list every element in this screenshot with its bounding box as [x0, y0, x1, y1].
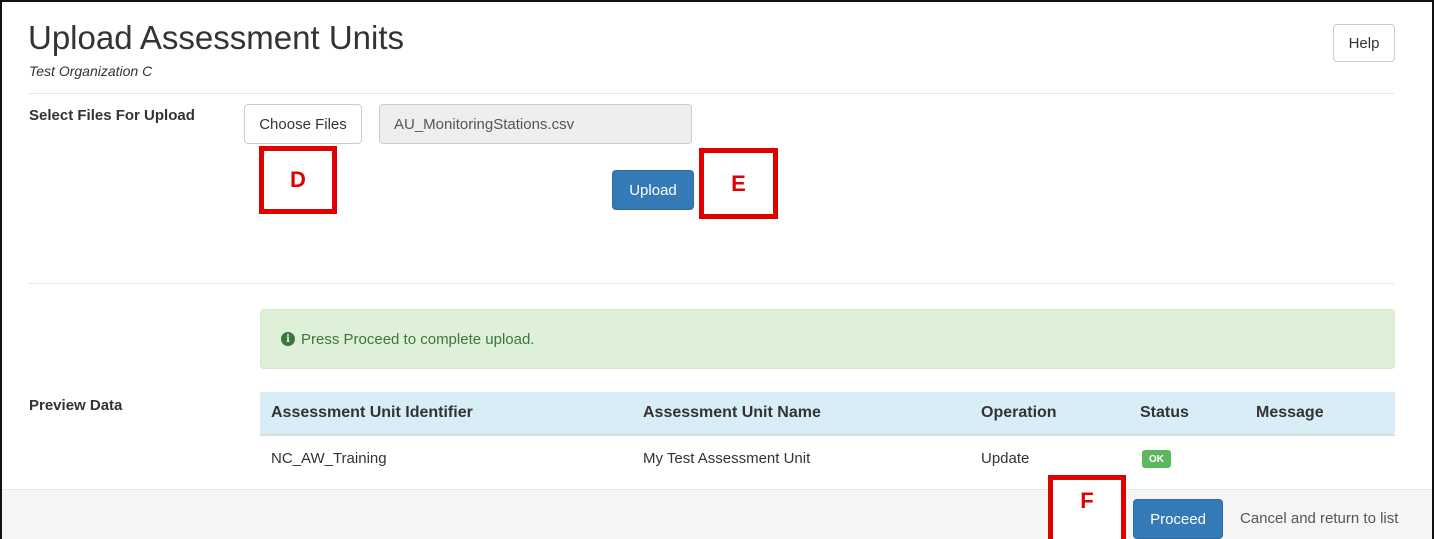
column-header-status: Status: [1140, 404, 1189, 421]
preview-data-label: Preview Data: [29, 397, 123, 414]
column-header-message: Message: [1256, 404, 1324, 421]
cancel-link[interactable]: Cancel and return to list: [1240, 510, 1398, 527]
alert-message: Press Proceed to complete upload.: [301, 330, 535, 348]
cell-operation: Update: [981, 450, 1030, 467]
help-button[interactable]: Help: [1333, 24, 1395, 62]
callout-d: D: [259, 146, 337, 214]
select-files-label: Select Files For Upload: [29, 107, 195, 124]
divider: [28, 283, 1394, 284]
organization-subtitle: Test Organization C: [29, 63, 153, 79]
table-header: Assessment Unit Identifier Assessment Un…: [260, 392, 1395, 436]
status-badge: OK: [1142, 450, 1171, 468]
success-alert: i Press Proceed to complete upload.: [260, 309, 1395, 369]
callout-e: E: [699, 148, 778, 219]
info-circle-icon: i: [281, 332, 295, 346]
cell-identifier: NC_AW_Training: [271, 450, 387, 467]
selected-file-field[interactable]: AU_MonitoringStations.csv: [379, 104, 692, 144]
upload-button[interactable]: Upload: [612, 170, 694, 210]
divider: [28, 93, 1394, 94]
page-title: Upload Assessment Units: [28, 19, 405, 56]
column-header-name: Assessment Unit Name: [643, 404, 821, 421]
choose-files-button[interactable]: Choose Files: [244, 104, 362, 144]
column-header-identifier: Assessment Unit Identifier: [271, 404, 473, 421]
callout-f: F: [1048, 475, 1126, 539]
cell-name: My Test Assessment Unit: [643, 450, 811, 467]
proceed-button[interactable]: Proceed: [1133, 499, 1223, 539]
column-header-operation: Operation: [981, 404, 1057, 421]
